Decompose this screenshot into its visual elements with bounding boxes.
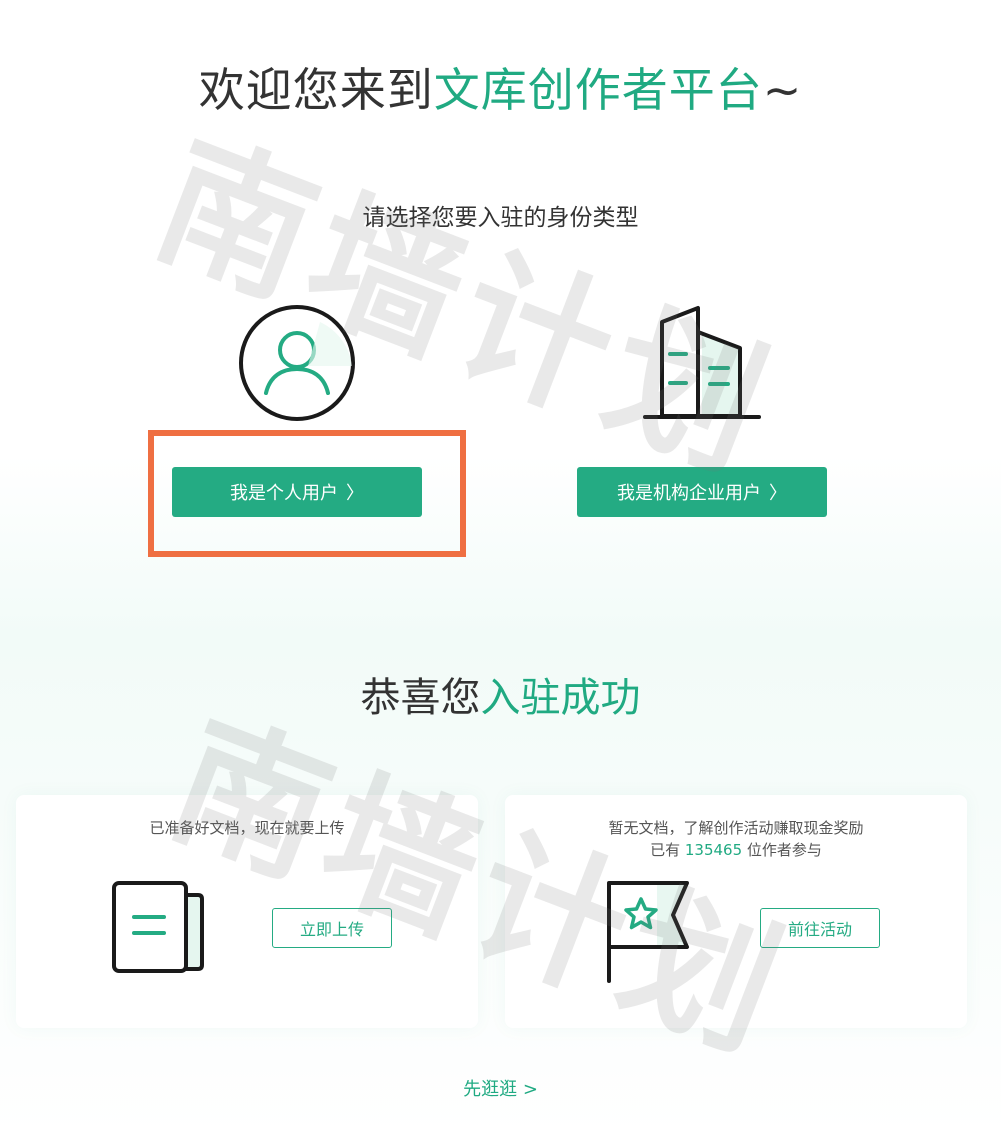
selection-highlight-box	[148, 430, 466, 557]
chevron-right-icon: >	[522, 1079, 538, 1100]
document-icon	[106, 877, 216, 987]
author-count-prefix: 已有	[650, 841, 681, 859]
organization-user-label: 我是机构企业用户	[617, 483, 761, 504]
upload-card: 已准备好文档，现在就要上传 立即上传	[16, 795, 478, 1028]
author-count-line: 已有 135465 位作者参与	[505, 839, 967, 861]
organization-user-button[interactable]: 我是机构企业用户 〉	[577, 467, 827, 517]
success-title-prefix: 恭喜您	[360, 675, 481, 721]
activity-card: 暂无文档，了解创作活动赚取现金奖励 已有 135465 位作者参与 前往活动	[505, 795, 967, 1028]
activity-description-line1: 暂无文档，了解创作活动赚取现金奖励	[608, 819, 864, 837]
page-title-highlight: 文库创作者平台	[433, 63, 763, 117]
browse-link[interactable]: 先逛逛 >	[0, 1076, 1001, 1104]
go-to-activity-button[interactable]: 前往活动	[760, 908, 880, 948]
chevron-right-icon: 〉	[769, 483, 787, 504]
author-count: 135465	[684, 841, 743, 859]
activity-description: 暂无文档，了解创作活动赚取现金奖励 已有 135465 位作者参与	[505, 817, 967, 861]
building-icon	[642, 304, 762, 424]
page-title-suffix: ~	[762, 63, 803, 117]
upload-now-button[interactable]: 立即上传	[272, 908, 392, 948]
star-flag-icon	[595, 877, 705, 987]
browse-label: 先逛逛	[463, 1079, 518, 1100]
upload-description: 已准备好文档，现在就要上传	[149, 819, 345, 837]
success-title: 恭喜您入驻成功	[0, 668, 1001, 728]
identity-prompt: 请选择您要入驻的身份类型	[362, 205, 639, 231]
author-count-suffix: 位作者参与	[746, 841, 822, 859]
user-avatar-icon	[238, 304, 356, 422]
success-title-highlight: 入驻成功	[480, 675, 641, 721]
page-title-prefix: 欢迎您来到	[198, 63, 434, 117]
option-organization: 我是机构企业用户 〉	[577, 300, 827, 530]
page-title: 欢迎您来到文库创作者平台~	[0, 58, 1001, 122]
